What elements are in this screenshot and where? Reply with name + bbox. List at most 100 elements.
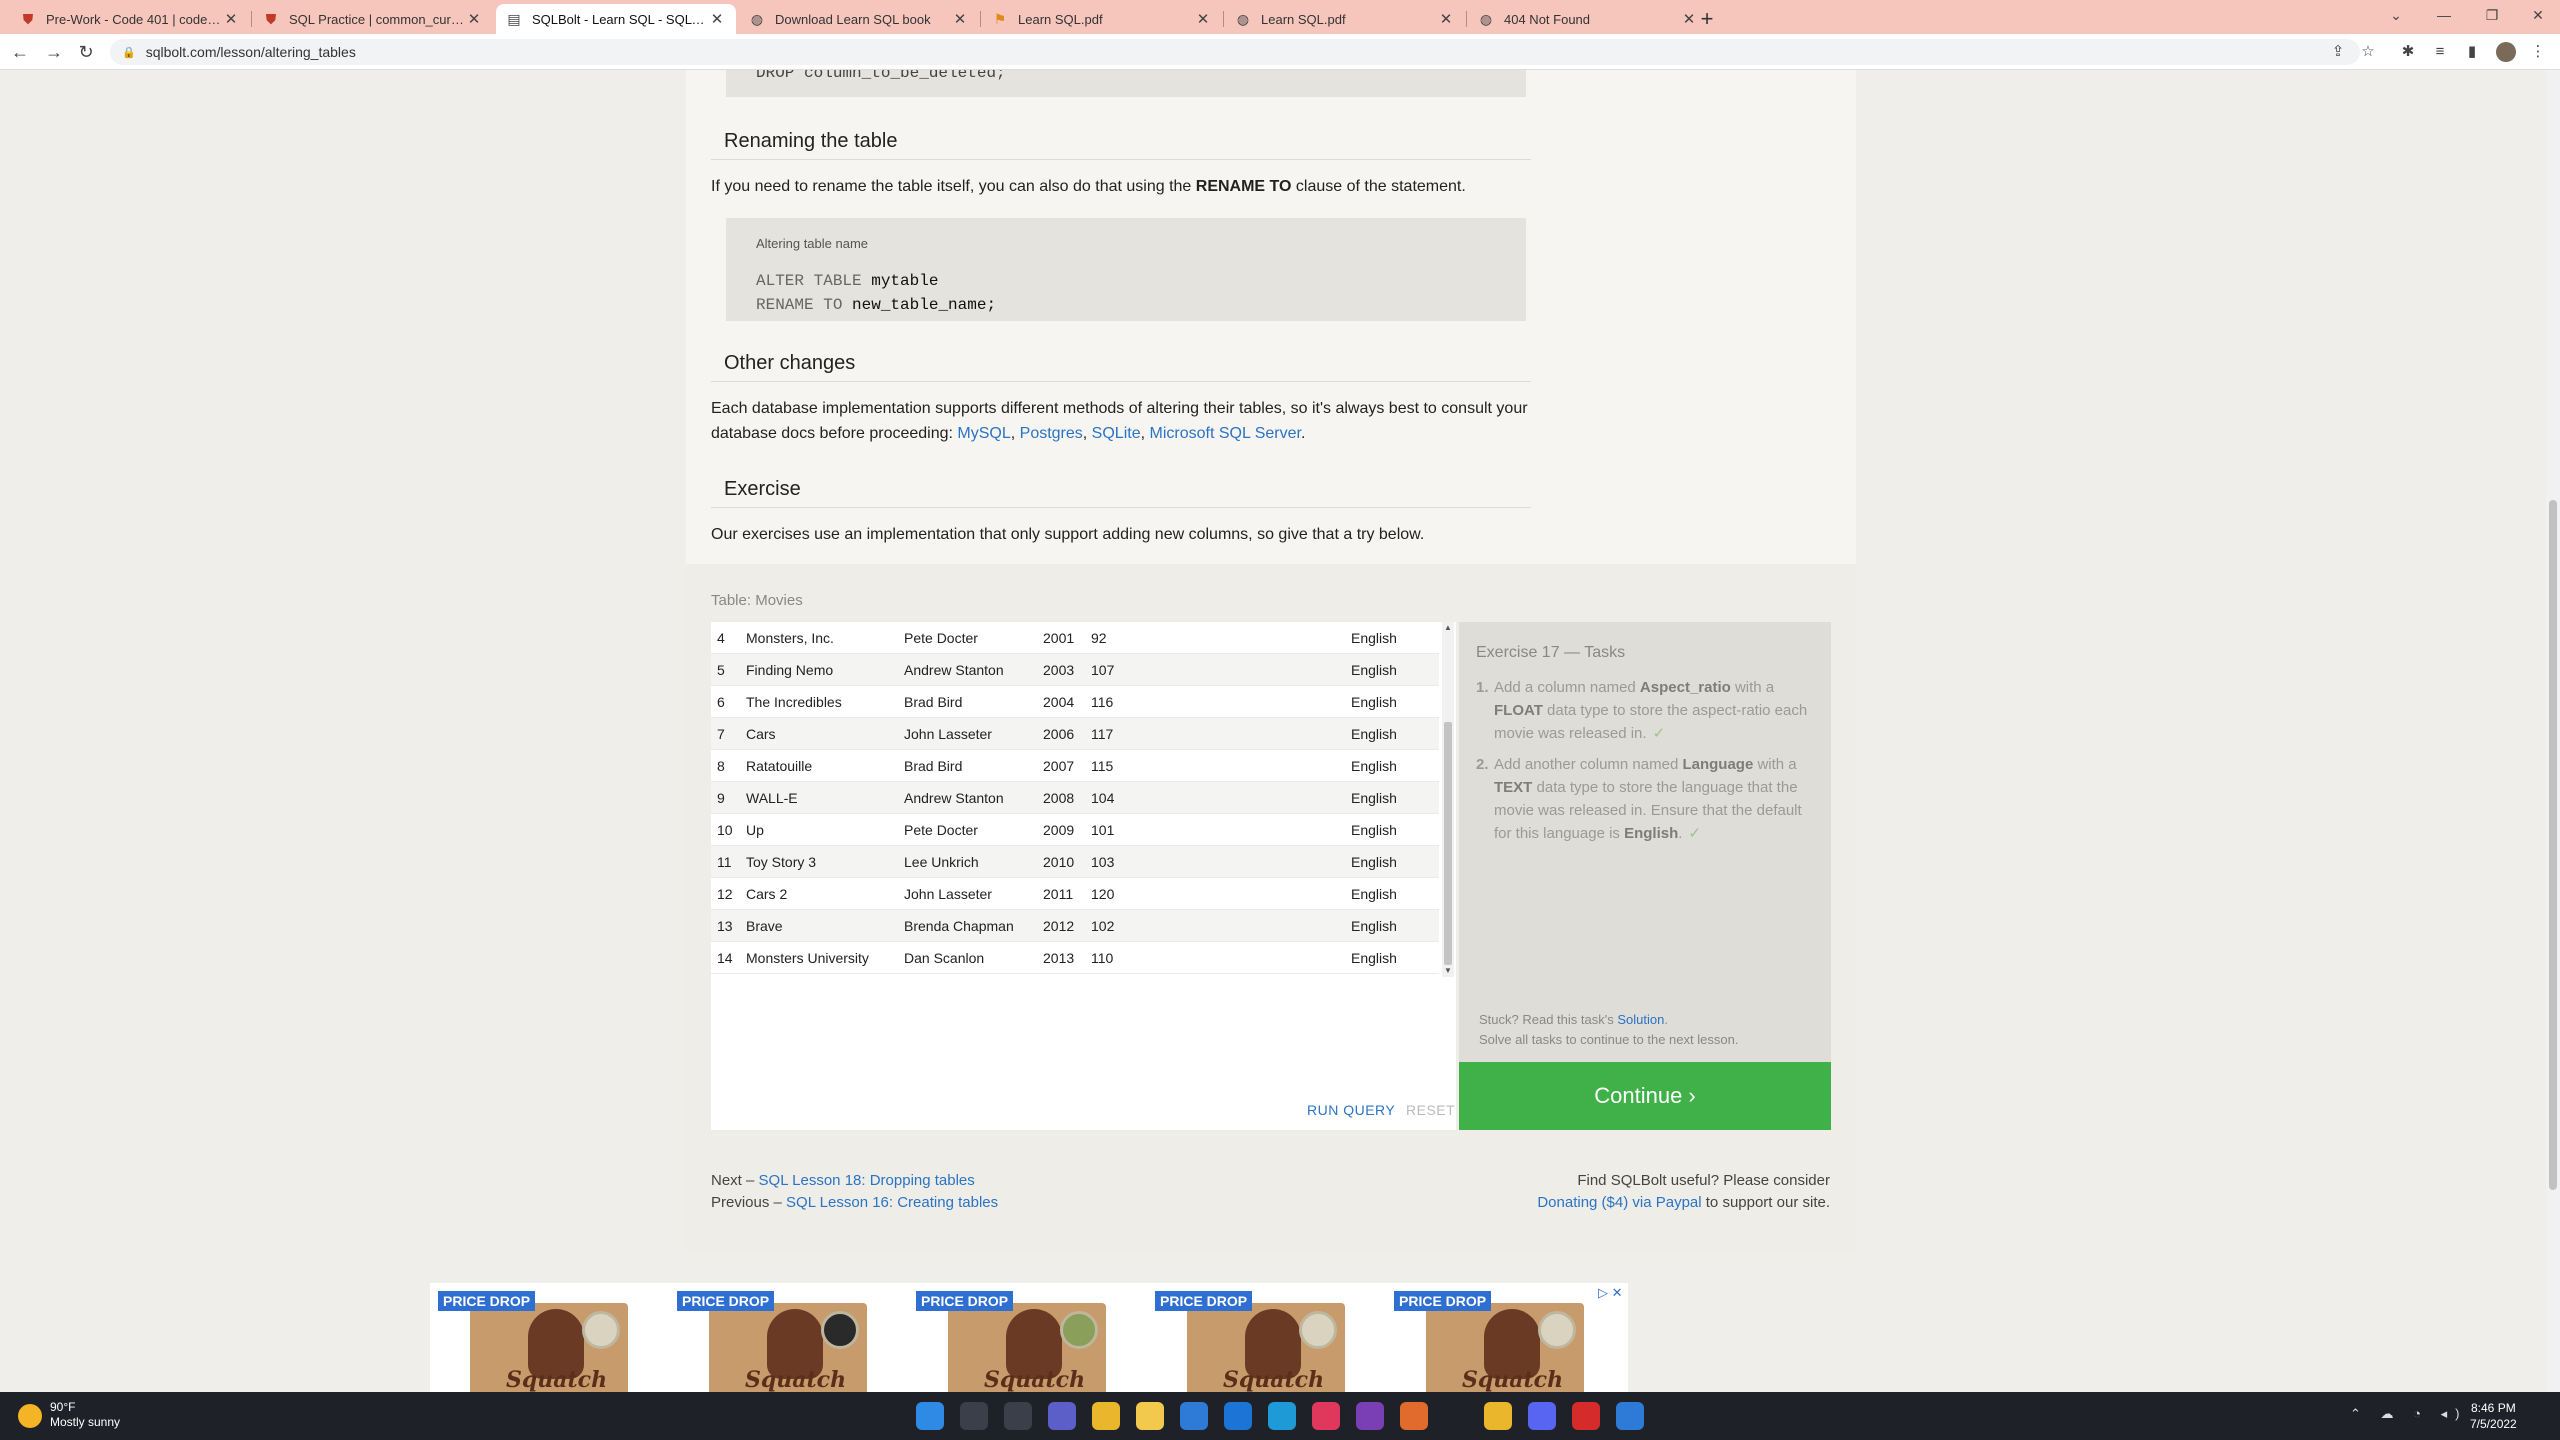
edge-icon[interactable] <box>1268 1402 1296 1430</box>
run-query-button[interactable]: RUN QUERY <box>1307 1102 1395 1118</box>
vscode-icon[interactable] <box>1616 1402 1644 1430</box>
page-scroll-thumb[interactable] <box>2549 500 2557 1190</box>
cell-length: 102 <box>1091 918 1115 934</box>
continue-button[interactable]: Continue › <box>1459 1062 1831 1130</box>
onenote-icon[interactable] <box>1356 1402 1384 1430</box>
tab[interactable]: ⛊ SQL Practice | common_curriculu ✕ <box>253 4 493 34</box>
ad-item[interactable]: Squatch PRICE DROP <box>1149 1285 1381 1392</box>
profile-avatar[interactable] <box>2496 42 2516 62</box>
cell-director: John Lasseter <box>904 726 992 742</box>
forward-icon[interactable]: → <box>40 38 68 66</box>
task-view-icon[interactable] <box>1004 1402 1032 1430</box>
tab-close-icon[interactable]: ✕ <box>708 10 726 28</box>
tab-close-icon[interactable]: ✕ <box>1194 10 1212 28</box>
extensions-icon[interactable]: ✱ <box>2396 40 2420 64</box>
ad-item[interactable]: Squatch PRICE DROP <box>910 1285 1142 1392</box>
chrome-icon[interactable] <box>1484 1402 1512 1430</box>
ad-choices-icon[interactable]: ▷ ✕ <box>1598 1285 1623 1301</box>
tab[interactable]: ⚑ Learn SQL.pdf ✕ <box>982 4 1222 34</box>
link-mysql[interactable]: MySQL <box>957 425 1010 442</box>
table-row: 13 Brave Brenda Chapman 2012 102 English <box>711 910 1439 942</box>
ad-item[interactable]: Squatch PRICE DROP <box>432 1285 664 1392</box>
file-explorer-icon[interactable] <box>1136 1402 1164 1430</box>
cell-year: 2011 <box>1043 886 1074 902</box>
link-sqlite[interactable]: SQLite <box>1092 425 1141 442</box>
snip-icon[interactable] <box>1400 1402 1428 1430</box>
discord-icon[interactable] <box>1528 1402 1556 1430</box>
side-panel-icon[interactable]: ▮ <box>2460 40 2484 64</box>
tab-close-icon[interactable]: ✕ <box>222 10 240 28</box>
windows-start-icon[interactable] <box>916 1402 944 1430</box>
tab-title: Learn SQL.pdf <box>1261 11 1346 27</box>
link-postgres[interactable]: Postgres <box>1020 425 1083 442</box>
cell-language: English <box>1351 630 1397 646</box>
price-drop-badge: PRICE DROP <box>1155 1291 1253 1311</box>
search-icon[interactable] <box>960 1402 988 1430</box>
chrome-icon[interactable] <box>1092 1402 1120 1430</box>
scroll-thumb[interactable] <box>1444 722 1452 965</box>
menu-icon[interactable]: ⋮ <box>2526 40 2550 64</box>
cell-director: Dan Scanlon <box>904 950 985 966</box>
weather-condition: Mostly sunny <box>50 1415 121 1429</box>
table-row: 5 Finding Nemo Andrew Stanton 2003 107 Englis… <box>711 654 1439 686</box>
cell-language: English <box>1351 758 1397 774</box>
tab-close-icon[interactable]: ✕ <box>465 10 483 28</box>
bookmark-star-icon[interactable]: ☆ <box>2356 40 2380 64</box>
store-icon[interactable] <box>1180 1402 1208 1430</box>
browser-toolbar: ← → ↻ 🔒 sqlbolt.com/lesson/altering_tabl… <box>0 34 2560 70</box>
cell-language: English <box>1351 854 1397 870</box>
share-icon[interactable]: ⇪ <box>2326 40 2350 64</box>
cell-id: 6 <box>717 694 725 710</box>
tab[interactable]: ◍ Learn SQL.pdf ✕ <box>1225 4 1465 34</box>
clock[interactable]: 8:46 PM 7/5/2022 <box>2470 1400 2517 1432</box>
cell-language: English <box>1351 790 1397 806</box>
heading-other-changes: Other changes <box>711 352 1531 382</box>
cell-title: Up <box>746 822 764 838</box>
address-bar[interactable]: 🔒 sqlbolt.com/lesson/altering_tables <box>110 39 2360 65</box>
teams-icon[interactable] <box>1048 1402 1076 1430</box>
close-window-icon[interactable]: ✕ <box>2514 0 2560 30</box>
cell-length: 120 <box>1091 886 1115 902</box>
scroll-down-icon[interactable]: ▼ <box>1442 965 1454 977</box>
system-tray[interactable]: ⌃ ☁ ◔ ◂) <box>2350 1406 2467 1422</box>
new-tab-button[interactable]: + <box>1692 4 1722 34</box>
cell-language: English <box>1351 918 1397 934</box>
tab-close-icon[interactable]: ✕ <box>1437 10 1455 28</box>
tab[interactable]: ⛊ Pre-Work - Code 401 | code-401 ✕ <box>10 4 250 34</box>
cell-year: 2006 <box>1043 726 1075 742</box>
shield-icon: ⛊ <box>265 11 277 27</box>
results-scrollbar[interactable]: ▲ ▼ <box>1442 622 1454 977</box>
back-icon[interactable]: ← <box>6 38 34 66</box>
tab-search-icon[interactable]: ⌄ <box>2372 0 2420 30</box>
cell-year: 2003 <box>1043 662 1075 678</box>
weather-widget[interactable]: 90°F Mostly sunny <box>18 1400 120 1430</box>
cell-title: Monsters University <box>746 950 869 966</box>
tab[interactable]: ▤ SQLBolt - Learn SQL - SQL Lesson✕ <box>496 4 736 34</box>
slack-icon[interactable] <box>1312 1402 1340 1430</box>
cell-language: English <box>1351 950 1397 966</box>
tab-close-icon[interactable]: ✕ <box>951 10 969 28</box>
reset-button[interactable]: RESET <box>1406 1102 1455 1118</box>
ad-item[interactable]: Squatch PRICE DROP <box>1388 1285 1620 1392</box>
donate-link[interactable]: Donating ($4) via Paypal <box>1537 1194 1701 1211</box>
table-row: 4 Monsters, Inc. Pete Docter 2001 92 English <box>711 622 1439 654</box>
acrobat-icon[interactable] <box>1572 1402 1600 1430</box>
mail-icon[interactable] <box>1224 1402 1252 1430</box>
link-mssql[interactable]: Microsoft SQL Server <box>1149 425 1300 442</box>
ad-banner[interactable]: Squatch PRICE DROP Squatch PRICE DROP Squatc… <box>430 1283 1628 1392</box>
restore-icon[interactable]: ❐ <box>2468 0 2516 30</box>
cell-title: Ratatouille <box>746 758 813 774</box>
minimize-icon[interactable]: — <box>2420 0 2468 30</box>
ad-item[interactable]: Squatch PRICE DROP <box>671 1285 903 1392</box>
previous-lesson-link[interactable]: SQL Lesson 16: Creating tables <box>786 1194 998 1211</box>
reload-icon[interactable]: ↻ <box>72 38 100 66</box>
ad-brand: Squatch <box>506 1367 608 1392</box>
code-caption: Altering table name <box>756 236 869 251</box>
solution-link[interactable]: Solution <box>1617 1012 1664 1027</box>
tab[interactable]: ◍ Download Learn SQL book ✕ <box>739 4 979 34</box>
scroll-up-icon[interactable]: ▲ <box>1442 622 1454 634</box>
media-icon[interactable]: ≡ <box>2428 40 2452 64</box>
next-lesson-link[interactable]: SQL Lesson 18: Dropping tables <box>759 1172 975 1189</box>
page-scrollbar[interactable] <box>2546 70 2560 1392</box>
tab[interactable]: ◍ 404 Not Found ✕ <box>1468 4 1708 34</box>
